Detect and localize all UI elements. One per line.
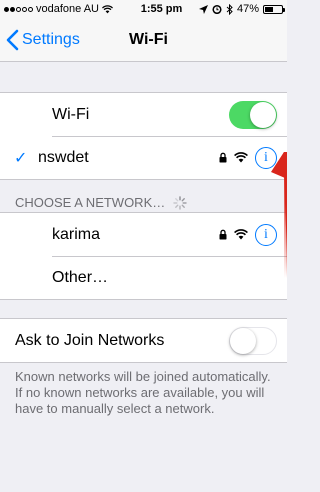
battery-level (265, 6, 273, 12)
wifi-label: Wi-Fi (52, 105, 90, 123)
ask-join-toggle[interactable] (229, 326, 277, 355)
other-label: Other… (52, 268, 109, 286)
signal-icon (4, 6, 33, 12)
wifi-signal-icon (234, 229, 248, 240)
network-row[interactable]: karima i (0, 213, 287, 256)
checkmark-icon: ✓ (14, 149, 28, 167)
carrier-name: vodafone AU (36, 3, 99, 15)
ask-join-row: Ask to Join Networks (0, 319, 287, 362)
alarm-icon (212, 4, 222, 14)
battery-icon (263, 4, 285, 14)
status-left: vodafone AU (4, 3, 113, 15)
battery-percent: 47% (236, 3, 259, 15)
other-network-row[interactable]: Other… (0, 256, 287, 299)
status-bar: vodafone AU 1:55 pm 47% (0, 0, 287, 18)
networks-group: karima i Other… (0, 212, 287, 300)
wifi-group: Wi-Fi ✓ nswdet i (0, 92, 287, 180)
connected-network-name: nswdet (38, 148, 89, 166)
annotation-arrow (271, 152, 287, 278)
location-icon (198, 4, 208, 14)
choose-network-header: CHOOSE A NETWORK… (15, 195, 187, 210)
wifi-toggle[interactable] (229, 100, 277, 129)
lock-icon (219, 152, 227, 163)
chevron-left-icon (6, 29, 19, 50)
spinner-icon (173, 195, 187, 210)
back-label: Settings (22, 30, 80, 48)
lock-icon (219, 229, 227, 240)
wifi-signal-icon (234, 152, 248, 163)
network-name: karima (52, 225, 101, 243)
connected-network-row[interactable]: ✓ nswdet i (0, 136, 287, 179)
footer-note: Known networks will be joined automatica… (15, 369, 271, 416)
ask-join-label: Ask to Join Networks (15, 331, 165, 349)
section-header-label: CHOOSE A NETWORK… (15, 195, 166, 210)
status-right: 47% (198, 3, 285, 15)
wifi-icon (102, 4, 113, 13)
ask-join-group: Ask to Join Networks (0, 318, 287, 363)
navigation-bar: Settings Wi-Fi (0, 18, 287, 62)
bluetooth-icon (226, 3, 233, 15)
back-button[interactable]: Settings (0, 29, 80, 51)
wifi-toggle-row: Wi-Fi (0, 93, 287, 136)
